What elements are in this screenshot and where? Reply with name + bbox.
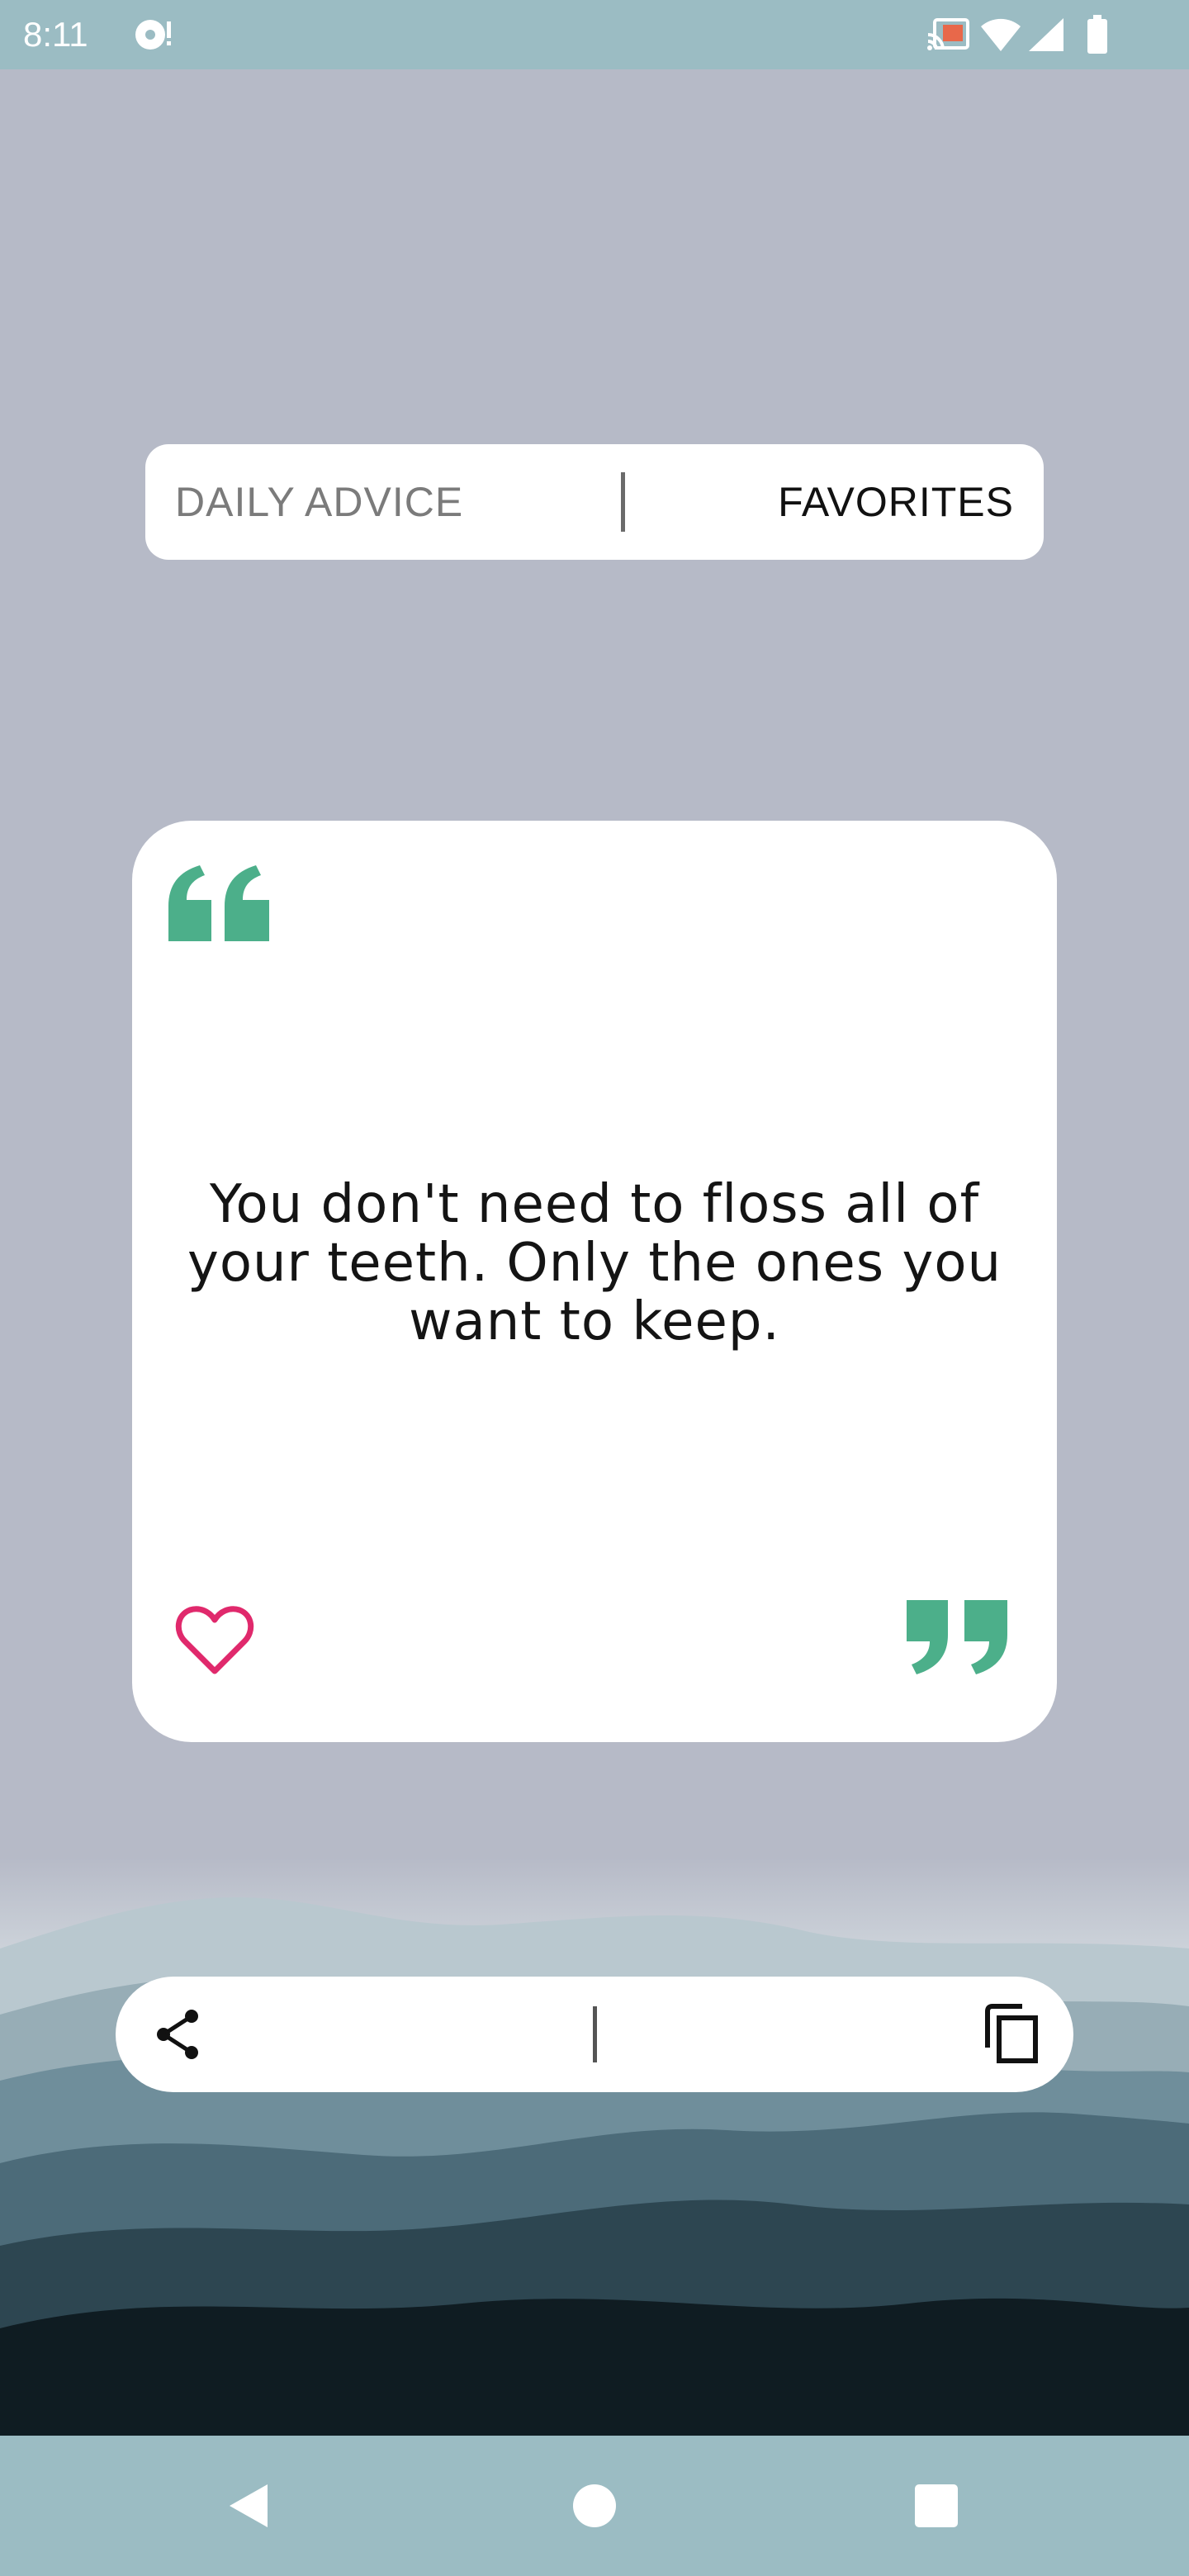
tab-switcher: DAILY ADVICE FAVORITES — [145, 444, 1044, 560]
tab-favorites[interactable]: FAVORITES — [778, 444, 1014, 560]
favorite-heart-icon[interactable] — [175, 1603, 254, 1679]
wifi-icon — [979, 17, 1022, 56]
tab-divider — [621, 472, 625, 532]
close-quote-icon — [905, 1600, 1009, 1679]
open-quote-icon — [167, 864, 272, 945]
action-divider — [593, 2006, 597, 2062]
action-bar — [116, 1977, 1073, 2092]
copy-icon[interactable] — [981, 2003, 1044, 2069]
navigation-bar — [0, 2436, 1189, 2576]
share-icon[interactable] — [149, 2005, 208, 2067]
mountain-landscape-image — [0, 1858, 1189, 2436]
status-time: 8:11 — [23, 15, 88, 54]
media-notification-icon — [134, 17, 173, 56]
signal-icon — [1027, 17, 1065, 56]
quote-text: You don't need to floss all of your teet… — [187, 1174, 1002, 1352]
quote-card: You don't need to floss all of your teet… — [132, 821, 1057, 1742]
status-bar: 8:11 — [0, 0, 1189, 69]
cast-icon — [926, 17, 969, 56]
tab-daily-advice[interactable]: DAILY ADVICE — [175, 444, 463, 560]
recents-icon[interactable] — [879, 2436, 994, 2576]
battery-icon — [1087, 15, 1108, 58]
home-icon[interactable] — [537, 2436, 652, 2576]
back-icon[interactable] — [192, 2436, 307, 2576]
